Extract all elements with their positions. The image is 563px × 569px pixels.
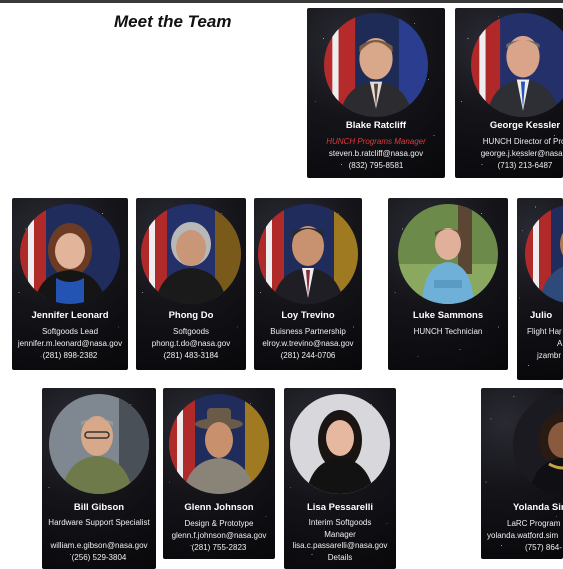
member-role-line: A [557, 339, 563, 348]
portrait-image [141, 204, 241, 304]
member-name: Loy Trevino [281, 310, 335, 321]
portrait-photo [258, 204, 358, 304]
team-card-julio[interactable]: Julio Flight Har A jzambr [517, 198, 563, 380]
member-role: LaRC Program [507, 519, 561, 528]
portrait-image [513, 394, 563, 494]
portrait-image [258, 204, 358, 304]
portrait-photo [49, 394, 149, 494]
portrait-image [471, 13, 563, 117]
member-role: Hardware Support Specialist [48, 518, 150, 527]
member-name: Phong Do [168, 310, 214, 321]
team-card-jennifer-leonard[interactable]: Jennifer Leonard Softgoods Lead jennifer… [12, 198, 128, 370]
top-divider [0, 0, 563, 3]
team-card-george-kessler[interactable]: George Kessler HUNCH Director of Proj ge… [455, 8, 563, 178]
portrait-image [290, 394, 390, 494]
portrait-photo [290, 394, 390, 494]
member-name: George Kessler [489, 120, 561, 131]
portrait-photo [169, 394, 269, 494]
portrait-photo [471, 13, 563, 117]
portrait-photo [398, 204, 498, 304]
portrait-image [20, 204, 120, 304]
member-name: Yolanda Sir [513, 502, 563, 513]
portrait-photo [525, 204, 563, 304]
portrait-photo [513, 394, 563, 494]
team-card-phong-do[interactable]: Phong Do Softgoods phong.t.do@nasa.gov (… [136, 198, 246, 370]
portrait-image [398, 204, 498, 304]
member-role: HUNCH Technician [413, 327, 483, 336]
team-card-yolanda[interactable]: Yolanda Sir LaRC Program yolanda.watford… [481, 388, 563, 559]
member-email[interactable]: elroy.w.trevino@nasa.gov [254, 338, 362, 350]
member-role: Softgoods [172, 327, 210, 336]
member-phone: (281) 755-2823 [191, 543, 247, 552]
portrait-photo [20, 204, 120, 304]
member-email[interactable]: william.e.gibson@nasa.gov [42, 540, 156, 552]
team-card-blake-ratcliff[interactable]: Blake Ratcliff HUNCH Programs Manager st… [307, 8, 445, 178]
member-email[interactable]: george.j.kessler@nasa.g [455, 148, 563, 160]
member-role: Design & Prototype [184, 519, 254, 528]
member-name: Glenn Johnson [184, 502, 254, 513]
member-email[interactable]: yolanda.watford.sim [487, 530, 558, 542]
member-name: Lisa Pessarelli [306, 502, 374, 513]
member-email[interactable]: jzambr [537, 350, 561, 362]
portrait-photo [141, 204, 241, 304]
member-email[interactable]: phong.t.do@nasa.gov [136, 338, 246, 350]
member-phone: (757) 864- [525, 543, 562, 552]
member-phone: (713) 213-6487 [497, 161, 553, 170]
member-name: Luke Sammons [412, 310, 484, 321]
member-role: HUNCH Director of Proj [482, 137, 563, 146]
member-name: Jennifer Leonard [31, 310, 109, 321]
team-card-luke-sammons[interactable]: Luke Sammons HUNCH Technician [388, 198, 508, 370]
portrait-image [324, 13, 428, 117]
team-card-lisa-pessarelli[interactable]: Lisa Pessarelli Interim Softgoods Manage… [284, 388, 396, 569]
member-phone: (281) 483-3184 [163, 351, 219, 360]
team-card-loy-trevino[interactable]: Loy Trevino Buisness Partnership elroy.w… [254, 198, 362, 370]
member-role: HUNCH Programs Manager [326, 137, 426, 146]
member-email[interactable]: glenn.f.johnson@nasa.gov [163, 530, 275, 542]
member-role: Buisness Partnership [270, 327, 346, 336]
member-phone: (832) 795-8581 [348, 161, 404, 170]
member-phone: (281) 244-0706 [280, 351, 336, 360]
portrait-image [169, 394, 269, 494]
details-link[interactable]: Details [284, 552, 396, 564]
member-phone: (256) 529-3804 [71, 553, 127, 562]
member-email[interactable]: jennifer.m.leonard@nasa.gov [12, 338, 128, 350]
member-name: Blake Ratcliff [345, 120, 407, 131]
member-role: Interim Softgoods Manager [308, 518, 372, 539]
portrait-photo [324, 13, 428, 117]
member-name: Bill Gibson [73, 502, 125, 513]
portrait-image [525, 204, 563, 304]
page-title: Meet the Team [114, 12, 232, 31]
portrait-image [49, 394, 149, 494]
member-role: Flight Har [527, 327, 562, 336]
member-phone: (281) 898-2382 [42, 351, 98, 360]
member-name: Julio [530, 310, 553, 321]
member-email[interactable]: steven.b.ratcliff@nasa.gov [307, 148, 445, 160]
team-card-bill-gibson[interactable]: Bill Gibson Hardware Support Specialist … [42, 388, 156, 569]
member-role: Softgoods Lead [41, 327, 99, 336]
team-card-glenn-johnson[interactable]: Glenn Johnson Design & Prototype glenn.f… [163, 388, 275, 559]
member-email[interactable]: lisa.c.passarelli@nasa.gov [284, 540, 396, 552]
